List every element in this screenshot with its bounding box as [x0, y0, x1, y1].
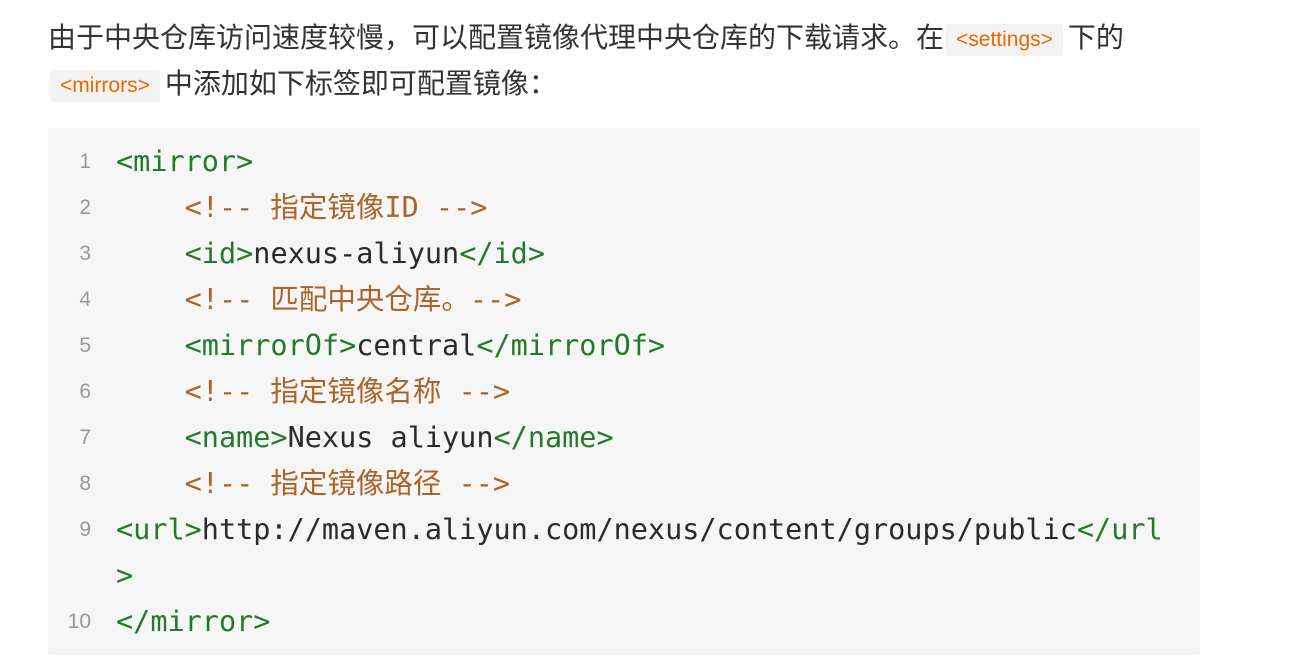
code-line-content: <!-- 匹配中央仓库。--> — [116, 277, 1172, 323]
code-line: 6 <!-- 指定镜像名称 --> — [48, 369, 1200, 415]
inline-code-settings: <settings> — [946, 23, 1063, 56]
code-tag: </id> — [459, 237, 545, 270]
intro-text-lead: 由于中央仓库访问速度较慢，可以配置镜像代理中央仓库的下载请求。在 — [48, 22, 945, 53]
intro-paragraph: 由于中央仓库访问速度较慢，可以配置镜像代理中央仓库的下载请求。在 <setting… — [48, 15, 1200, 107]
code-comment: <!-- 指定镜像ID --> — [184, 191, 488, 224]
code-lines: 1 <mirror> 2 <!-- 指定镜像ID --> 3 <id>nexus-al… — [48, 139, 1200, 645]
code-tag: </mirror> — [116, 605, 271, 638]
code-line-content: <!-- 指定镜像路径 --> — [116, 461, 1172, 507]
code-comment: <!-- 匹配中央仓库。--> — [184, 283, 522, 316]
intro-text-middle: 下的 — [1067, 22, 1124, 53]
code-tag: <mirror> — [116, 145, 254, 178]
code-block: 1 <mirror> 2 <!-- 指定镜像ID --> 3 <id>nexus-al… — [48, 128, 1200, 655]
line-number: 7 — [79, 426, 91, 449]
code-comment: <!-- 指定镜像路径 --> — [184, 467, 511, 500]
code-line: 9 <url>http://maven.aliyun.com/nexus/cont… — [48, 507, 1200, 599]
line-number: 6 — [79, 380, 91, 403]
code-line-content: <!-- 指定镜像ID --> — [116, 185, 1172, 231]
code-tag: <name> — [184, 421, 288, 454]
code-line-content: </mirror> — [116, 599, 1172, 645]
code-line-content: <mirror> — [116, 139, 1172, 185]
code-text: central — [356, 329, 477, 362]
code-line-content: <mirrorOf>central</mirrorOf> — [116, 323, 1172, 369]
line-number: 10 — [67, 610, 91, 633]
code-line-content: <id>nexus-aliyun</id> — [116, 231, 1172, 277]
code-text: http://maven.aliyun.com/nexus/content/gr… — [201, 513, 1077, 546]
line-number: 2 — [79, 196, 91, 219]
line-number: 5 — [79, 334, 91, 357]
code-line: 7 <name>Nexus aliyun</name> — [48, 415, 1200, 461]
code-comment: <!-- 指定镜像名称 --> — [184, 375, 511, 408]
code-text: nexus-aliyun — [253, 237, 460, 270]
code-tag: </mirrorOf> — [476, 329, 666, 362]
line-number: 1 — [79, 150, 91, 173]
code-tag: <url> — [116, 513, 202, 546]
code-line: 8 <!-- 指定镜像路径 --> — [48, 461, 1200, 507]
code-line: 10 </mirror> — [48, 599, 1200, 645]
code-text: Nexus aliyun — [287, 421, 494, 454]
line-number: 8 — [79, 472, 91, 495]
code-line-content: <!-- 指定镜像名称 --> — [116, 369, 1172, 415]
code-tag: <id> — [184, 237, 254, 270]
line-number: 4 — [79, 288, 91, 311]
code-line: 3 <id>nexus-aliyun</id> — [48, 231, 1200, 277]
code-line-content: <url>http://maven.aliyun.com/nexus/conte… — [116, 507, 1172, 599]
intro-text-tail: 中添加如下标签即可配置镜像： — [164, 68, 557, 99]
code-line: 1 <mirror> — [48, 139, 1200, 185]
code-line: 2 <!-- 指定镜像ID --> — [48, 185, 1200, 231]
line-number: 9 — [79, 518, 91, 541]
code-tag: <mirrorOf> — [184, 329, 357, 362]
code-line-content: <name>Nexus aliyun</name> — [116, 415, 1172, 461]
line-number: 3 — [79, 242, 91, 265]
inline-code-mirrors: <mirrors> — [50, 69, 160, 102]
code-line: 4 <!-- 匹配中央仓库。--> — [48, 277, 1200, 323]
code-tag: </name> — [493, 421, 614, 454]
code-line: 5 <mirrorOf>central</mirrorOf> — [48, 323, 1200, 369]
